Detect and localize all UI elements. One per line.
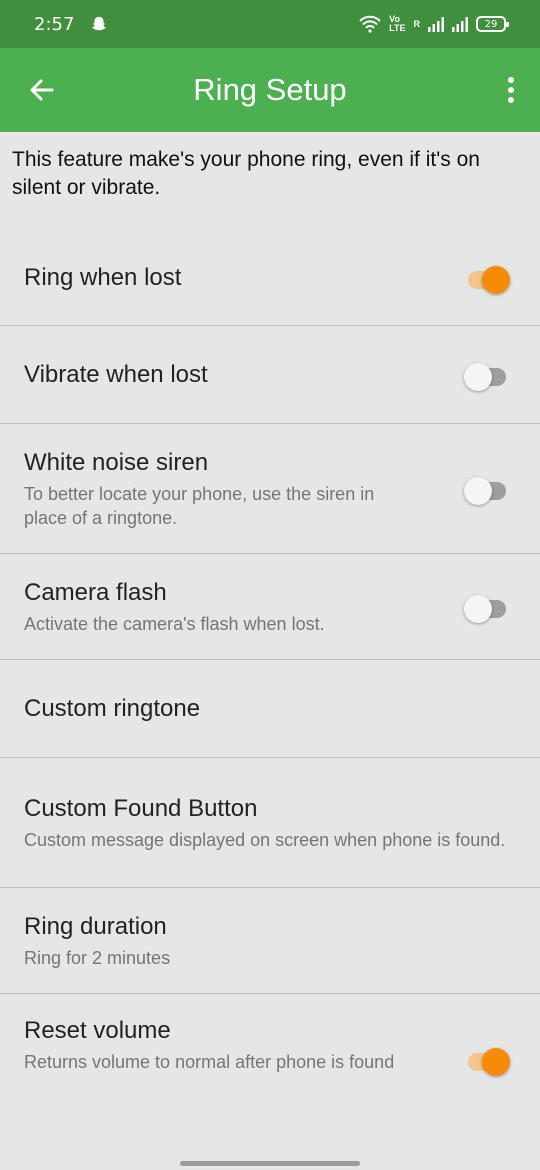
status-bar: 2:57 Vo LTE R 29	[0, 0, 540, 48]
vibrate-when-lost-toggle[interactable]	[464, 362, 512, 391]
setting-description: Custom message displayed on screen when …	[24, 829, 506, 850]
setting-ring-when-lost[interactable]: Ring when lost	[0, 230, 540, 326]
setting-reset-volume[interactable]: Reset volume Returns volume to normal af…	[0, 994, 540, 1094]
settings-list: Ring when lost Vibrate when lost White n…	[0, 230, 540, 1094]
app-bar: Ring Setup	[0, 48, 540, 132]
camera-flash-toggle[interactable]	[464, 594, 512, 623]
status-time: 2:57	[34, 13, 75, 35]
signal-icon	[428, 17, 444, 32]
white-noise-siren-toggle[interactable]	[464, 476, 512, 505]
setting-label: Custom ringtone	[24, 694, 201, 722]
signal-icon-2	[452, 17, 468, 32]
more-vert-icon[interactable]	[504, 74, 518, 106]
ring-when-lost-toggle[interactable]	[464, 265, 512, 294]
setting-label: Ring duration	[24, 912, 167, 940]
setting-description: Activate the camera's flash when lost.	[24, 613, 325, 634]
intro-text: This feature make's your phone ring, eve…	[12, 148, 480, 199]
setting-label: Reset volume	[24, 1017, 171, 1044]
toggle-thumb	[464, 362, 492, 391]
setting-custom-found-button[interactable]: Custom Found Button Custom message displ…	[0, 758, 540, 888]
wifi-icon	[359, 15, 381, 33]
status-icons: Vo LTE R 29	[359, 15, 509, 33]
back-arrow-icon[interactable]	[26, 74, 58, 106]
toggle-thumb	[482, 1048, 510, 1076]
setting-label: Ring when lost	[24, 263, 182, 291]
setting-camera-flash[interactable]: Camera flash Activate the camera's flash…	[0, 554, 540, 660]
setting-description: Ring for 2 minutes	[24, 947, 171, 968]
setting-ring-duration[interactable]: Ring duration Ring for 2 minutes	[0, 888, 540, 994]
setting-vibrate-when-lost[interactable]: Vibrate when lost	[0, 326, 540, 424]
battery-icon: 29	[476, 16, 509, 32]
setting-label: Camera flash	[24, 578, 167, 606]
snapchat-icon	[92, 16, 107, 31]
toggle-thumb	[482, 265, 510, 294]
toggle-thumb	[464, 594, 492, 623]
setting-description: Returns volume to normal after phone is …	[24, 1052, 395, 1072]
toggle-thumb	[464, 476, 492, 505]
setting-custom-ringtone[interactable]: Custom ringtone	[0, 660, 540, 758]
setting-label: Vibrate when lost	[24, 360, 208, 388]
setting-description: To better locate your phone, use the sir…	[24, 483, 375, 528]
gesture-nav-bar[interactable]	[180, 1161, 360, 1166]
setting-label: Custom Found Button	[24, 794, 258, 822]
reset-volume-toggle[interactable]	[464, 1047, 512, 1076]
setting-white-noise-siren[interactable]: White noise siren To better locate your …	[0, 424, 540, 554]
battery-level: 29	[484, 18, 498, 30]
setting-label: White noise siren	[24, 448, 209, 476]
volte-indicator: Vo LTE	[389, 15, 405, 33]
roaming-label: R	[413, 18, 421, 29]
page-title: Ring Setup	[193, 72, 347, 107]
lte-label: LTE	[389, 23, 406, 33]
